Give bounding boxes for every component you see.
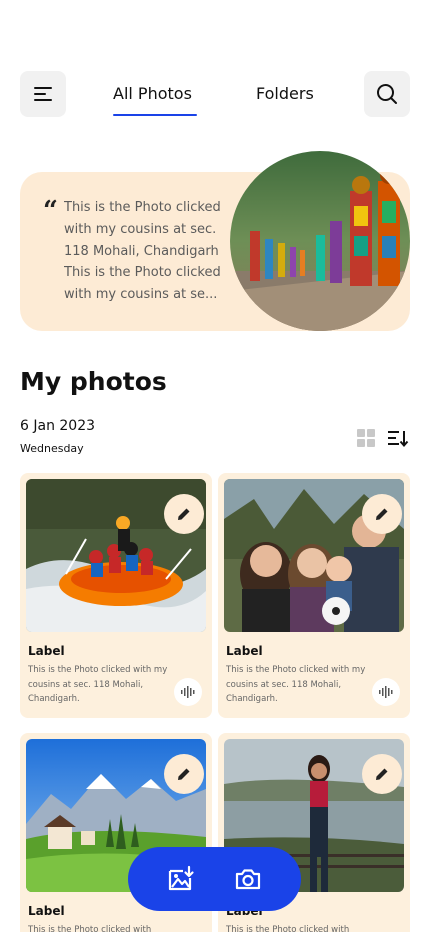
photo-label: Label	[28, 644, 65, 658]
photo-label: Label	[28, 904, 65, 918]
pencil-icon	[178, 768, 190, 780]
date-label: 6 Jan 2023	[20, 418, 96, 434]
audio-waveform-icon	[379, 686, 393, 698]
sort-icon[interactable]	[387, 428, 409, 448]
pencil-icon	[178, 508, 190, 520]
audio-button[interactable]	[174, 678, 202, 706]
hamburger-menu-icon	[34, 87, 52, 101]
add-photo-icon	[168, 865, 194, 891]
menu-button[interactable]	[20, 71, 66, 117]
photo-description: This is the Photo clicked with my cousin…	[226, 665, 366, 704]
camera-icon	[235, 869, 261, 890]
search-button[interactable]	[364, 71, 410, 117]
floating-action-bar	[128, 847, 301, 911]
audio-button[interactable]	[372, 678, 400, 706]
photo-card[interactable]: Label This is the Photo clicked with my …	[20, 473, 212, 718]
search-icon	[377, 84, 397, 104]
featured-photo[interactable]	[230, 151, 410, 331]
audio-waveform-icon	[181, 686, 195, 698]
photo-description: This is the Photo clicked with my cousin…	[28, 665, 168, 704]
day-label: Wednesday	[20, 442, 84, 455]
add-photo-button[interactable]	[165, 863, 197, 895]
edit-button[interactable]	[164, 494, 204, 534]
photo-label: Label	[226, 644, 263, 658]
tab-folders[interactable]: Folders	[256, 84, 314, 103]
edit-button[interactable]	[362, 494, 402, 534]
rock-garden-statues-image	[230, 151, 410, 331]
photo-card[interactable]: Label This is the Photo clicked with my …	[218, 473, 410, 718]
edit-button[interactable]	[362, 754, 402, 794]
family-photo[interactable]	[224, 479, 404, 632]
active-tab-indicator	[113, 114, 197, 116]
section-title: My photos	[20, 367, 167, 396]
edit-button[interactable]	[164, 754, 204, 794]
pencil-icon	[376, 768, 388, 780]
featured-caption: This is the Photo clicked with my cousin…	[64, 200, 221, 303]
grid-view-icon[interactable]	[356, 428, 376, 448]
quote-icon: “	[43, 196, 58, 226]
river-rafting-photo[interactable]	[26, 479, 206, 632]
pencil-icon	[376, 508, 388, 520]
tab-all-photos[interactable]: All Photos	[113, 84, 192, 103]
photo-gallery-screen: All Photos Folders “ This is the Photo c…	[0, 0, 430, 932]
photo-description: This is the Photo clicked with	[28, 925, 152, 932]
photo-description: This is the Photo clicked with	[226, 925, 350, 932]
camera-button[interactable]	[232, 863, 264, 895]
